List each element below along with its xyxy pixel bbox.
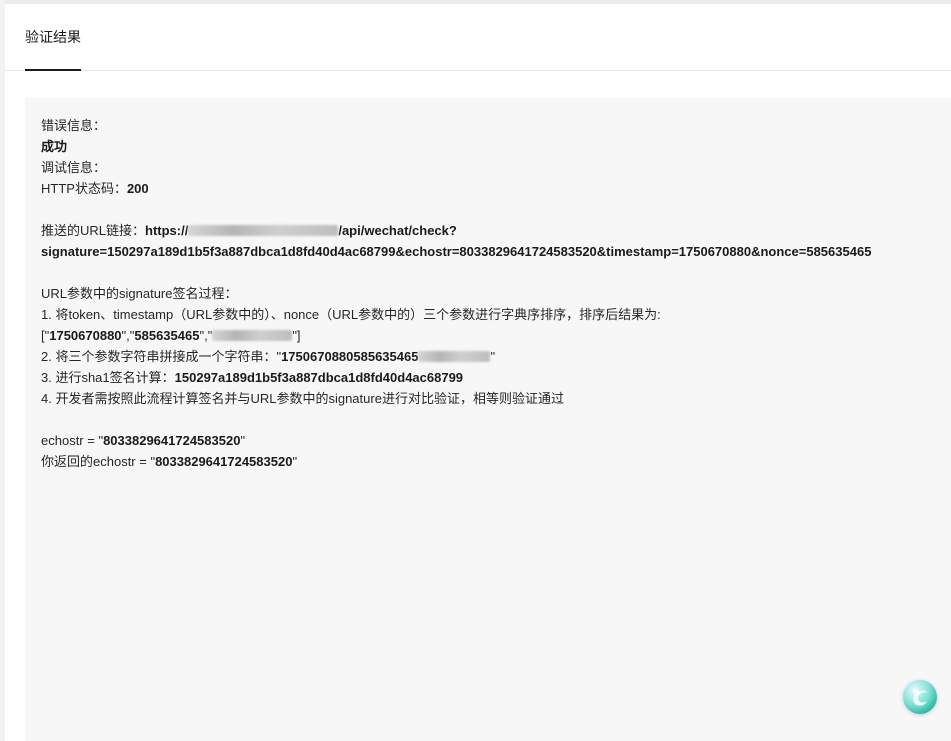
sorted-result: ["1750670880","585635465"," "] [41,328,301,343]
left-border [0,0,5,741]
result-content: 错误信息： 成功 调试信息： HTTP状态码：200 推送的URL链接：http… [41,115,931,472]
page: 验证结果 错误信息： 成功 调试信息： HTTP状态码：200 推送的URL链接… [0,0,951,741]
url-query: signature=150297a189d1b5f3a887dbca1d8fd4… [41,244,872,259]
returned-echostr-line: 你返回的echostr = "8033829641724583520" [41,454,298,469]
redacted-token [212,329,293,341]
swirl-icon [913,689,928,706]
assistant-logo-icon[interactable] [903,680,937,714]
result-panel: 错误信息： 成功 调试信息： HTTP状态码：200 推送的URL链接：http… [25,98,951,741]
tab-verify-result[interactable]: 验证结果 [25,4,81,70]
error-value: 成功 [41,139,68,154]
tab-label: 验证结果 [25,29,81,45]
step-1: 1. 将token、timestamp（URL参数中的）、nonce（URL参数… [41,307,661,322]
redacted-token [418,350,491,362]
step-2: 2. 将三个参数字符串拼接成一个字符串："1750670880585635465… [41,349,496,364]
error-label: 错误信息： [41,118,107,133]
step-4: 4. 开发者需按照此流程计算签名并与URL参数中的signature进行对比验证… [41,391,564,406]
echostr-line: echostr = "8033829641724583520" [41,433,246,448]
tab-active-indicator [25,69,81,71]
redacted-domain [188,224,339,236]
signature-title: URL参数中的signature签名过程： [41,286,238,301]
tab-bar: 验证结果 [5,4,951,71]
http-status: HTTP状态码：200 [41,181,149,196]
step-3: 3. 进行sha1签名计算：150297a189d1b5f3a887dbca1d… [41,370,464,385]
debug-label: 调试信息： [41,160,107,175]
url-line: 推送的URL链接：https:///api/wechat/check? [41,223,457,238]
